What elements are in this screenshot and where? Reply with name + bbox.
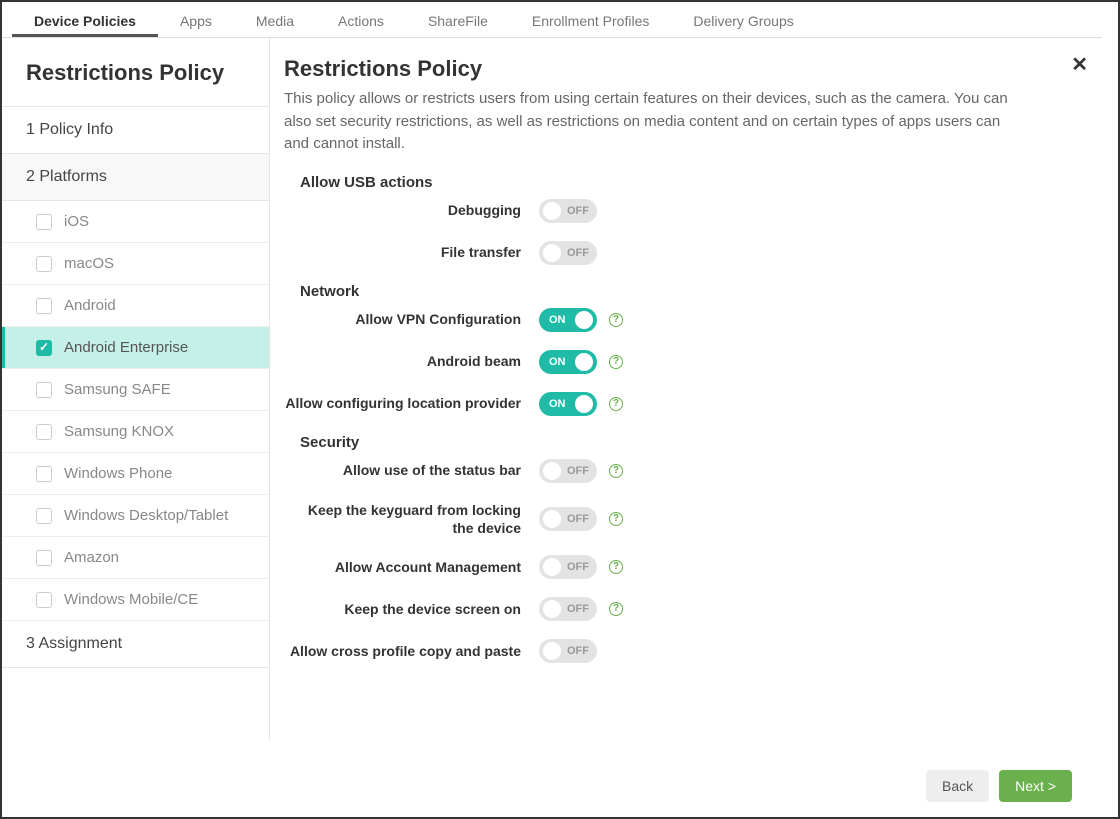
section-security: Security xyxy=(300,434,1076,451)
platform-label: Windows Desktop/Tablet xyxy=(64,507,228,524)
platform-samsung-knox[interactable]: Samsung KNOX xyxy=(2,411,269,453)
platform-label: iOS xyxy=(64,213,89,230)
sidebar-step-assignment[interactable]: 3 Assignment xyxy=(2,621,269,668)
platform-label: Android Enterprise xyxy=(64,339,188,356)
checkbox-icon[interactable] xyxy=(36,466,52,482)
label-vpn: Allow VPN Configuration xyxy=(284,310,539,328)
platform-android-enterprise[interactable]: Android Enterprise xyxy=(2,327,269,369)
help-icon[interactable]: ? xyxy=(609,512,623,526)
help-icon[interactable]: ? xyxy=(609,560,623,574)
sidebar-step-policy-info[interactable]: 1 Policy Info xyxy=(2,107,269,154)
page-title: Restrictions Policy xyxy=(284,56,1076,82)
tab-device-policies[interactable]: Device Policies xyxy=(12,5,158,37)
label-keyguard: Keep the keyguard from locking the devic… xyxy=(284,501,539,537)
close-icon[interactable]: ✕ xyxy=(1071,52,1088,77)
label-account-management: Allow Account Management xyxy=(284,558,539,576)
platform-label: Samsung KNOX xyxy=(64,423,174,440)
back-button[interactable]: Back xyxy=(926,770,989,802)
toggle-screen-on[interactable]: OFF xyxy=(539,597,597,621)
platform-amazon[interactable]: Amazon xyxy=(2,537,269,579)
toggle-debugging[interactable]: OFF xyxy=(539,199,597,223)
sidebar-step-platforms[interactable]: 2 Platforms xyxy=(2,154,269,201)
platform-windows-mobile[interactable]: Windows Mobile/CE xyxy=(2,579,269,621)
platform-label: macOS xyxy=(64,255,114,272)
tab-apps[interactable]: Apps xyxy=(158,5,234,37)
next-button[interactable]: Next > xyxy=(999,770,1072,802)
page-description: This policy allows or restricts users fr… xyxy=(284,88,1024,156)
help-icon[interactable]: ? xyxy=(609,397,623,411)
tab-media[interactable]: Media xyxy=(234,5,316,37)
top-tabs: Device Policies Apps Media Actions Share… xyxy=(2,2,1102,38)
label-file-transfer: File transfer xyxy=(284,243,539,261)
checkbox-icon[interactable] xyxy=(36,298,52,314)
toggle-status-bar[interactable]: OFF xyxy=(539,459,597,483)
checkbox-icon[interactable] xyxy=(36,214,52,230)
main-content: ✕ Restrictions Policy This policy allows… xyxy=(270,38,1102,741)
checkbox-icon[interactable] xyxy=(36,550,52,566)
label-copy-paste: Allow cross profile copy and paste xyxy=(284,642,539,660)
label-location-provider: Allow configuring location provider xyxy=(284,394,539,412)
label-status-bar: Allow use of the status bar xyxy=(284,461,539,479)
checkbox-icon[interactable] xyxy=(36,592,52,608)
section-usb: Allow USB actions xyxy=(300,174,1076,191)
section-network: Network xyxy=(300,283,1076,300)
toggle-android-beam[interactable]: ON xyxy=(539,350,597,374)
platform-label: Windows Phone xyxy=(64,465,172,482)
label-screen-on: Keep the device screen on xyxy=(284,600,539,618)
help-icon[interactable]: ? xyxy=(609,602,623,616)
help-icon[interactable]: ? xyxy=(609,355,623,369)
checkbox-icon[interactable] xyxy=(36,340,52,356)
toggle-vpn[interactable]: ON xyxy=(539,308,597,332)
tab-delivery-groups[interactable]: Delivery Groups xyxy=(671,5,815,37)
help-icon[interactable]: ? xyxy=(609,313,623,327)
platform-samsung-safe[interactable]: Samsung SAFE xyxy=(2,369,269,411)
platform-windows-desktop[interactable]: Windows Desktop/Tablet xyxy=(2,495,269,537)
toggle-keyguard[interactable]: OFF xyxy=(539,507,597,531)
platform-label: Samsung SAFE xyxy=(64,381,171,398)
checkbox-icon[interactable] xyxy=(36,508,52,524)
label-android-beam: Android beam xyxy=(284,352,539,370)
help-icon[interactable]: ? xyxy=(609,464,623,478)
footer-actions: Back Next > xyxy=(926,770,1072,802)
tab-sharefile[interactable]: ShareFile xyxy=(406,5,510,37)
platform-macos[interactable]: macOS xyxy=(2,243,269,285)
sidebar-title: Restrictions Policy xyxy=(2,38,269,107)
platform-label: Amazon xyxy=(64,549,119,566)
platform-ios[interactable]: iOS xyxy=(2,201,269,243)
label-debugging: Debugging xyxy=(284,201,539,219)
platform-label: Windows Mobile/CE xyxy=(64,591,198,608)
sidebar: Restrictions Policy 1 Policy Info 2 Plat… xyxy=(2,38,270,741)
tab-enrollment-profiles[interactable]: Enrollment Profiles xyxy=(510,5,672,37)
toggle-copy-paste[interactable]: OFF xyxy=(539,639,597,663)
checkbox-icon[interactable] xyxy=(36,382,52,398)
platform-label: Android xyxy=(64,297,116,314)
platform-android[interactable]: Android xyxy=(2,285,269,327)
checkbox-icon[interactable] xyxy=(36,424,52,440)
platform-windows-phone[interactable]: Windows Phone xyxy=(2,453,269,495)
toggle-file-transfer[interactable]: OFF xyxy=(539,241,597,265)
checkbox-icon[interactable] xyxy=(36,256,52,272)
toggle-account-management[interactable]: OFF xyxy=(539,555,597,579)
toggle-location-provider[interactable]: ON xyxy=(539,392,597,416)
tab-actions[interactable]: Actions xyxy=(316,5,406,37)
